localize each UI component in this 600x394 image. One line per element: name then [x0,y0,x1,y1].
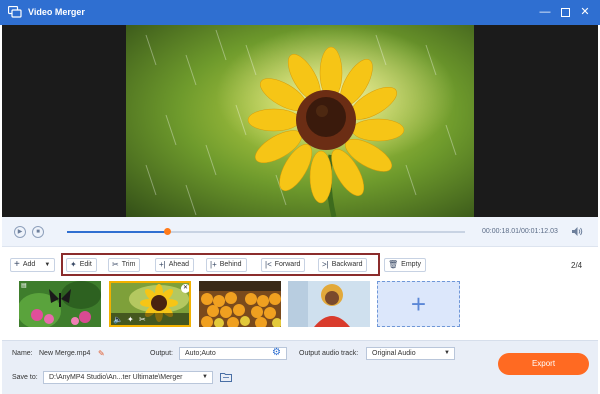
clip-thumbnail[interactable]: ▤ [19,281,101,327]
insert-ahead-icon: +| [159,260,166,269]
behind-label: Behind [219,261,242,268]
edit-button[interactable]: ✦ Edit [66,258,97,272]
chevron-down-icon: ▼ [202,374,208,380]
name-label: Name: [12,350,33,357]
folder-icon[interactable] [220,372,232,382]
sunflower-video-frame [126,25,474,217]
clip-thumbnail-selected[interactable]: ✕ 🔈 ✦ ✂ [109,281,191,327]
trim-label: Trim [121,261,136,268]
output-format-value: Auto;Auto [185,350,216,357]
add-clip-tile[interactable]: + [377,281,460,327]
plus-icon: + [14,259,20,270]
video-frame [126,25,474,217]
minimize-button[interactable]: — [537,4,553,20]
time-display: 00:00:18.01/00:01:12.03 [482,228,558,235]
window-title: Video Merger [28,7,85,17]
output-label: Output: [150,350,173,357]
close-icon: ✕ [580,6,590,18]
empty-button[interactable]: 🗑 Empty [384,258,426,272]
forward-label: Forward [274,261,301,268]
clip-thumbnail[interactable] [199,281,281,327]
add-button[interactable]: + Add ▼ [10,258,56,272]
fruit-clip-image [199,281,281,327]
volume-icon[interactable] [571,226,583,237]
total-time: 00:01:12.03 [520,228,558,235]
pencil-icon[interactable]: ✎ [98,349,105,358]
play-button[interactable]: ▶ [14,226,26,238]
audio-track-value: Original Audio [372,350,416,357]
progress-thumb[interactable] [163,228,171,235]
insert-behind-icon: |+ [210,260,217,269]
edit-label: Edit [79,261,92,268]
video-preview-area [2,25,598,217]
maximize-icon [560,8,570,17]
export-button[interactable]: Export [498,353,589,375]
progress-fill [67,231,167,233]
magic-wand-icon: ✦ [70,260,77,269]
clip-volume-icon[interactable]: 🔈 [113,315,123,324]
backward-label: Backward [331,261,363,268]
close-button[interactable]: ✕ [577,4,593,20]
move-forward-icon: |< [265,260,272,269]
portrait-clip-image [288,281,370,327]
clip-trim-icon[interactable]: ✂ [139,315,146,324]
empty-label: Empty [401,261,421,268]
playback-controls: ▶ ■ 00:00:18.01/00:01:12.03 [2,217,598,247]
output-file-name[interactable]: New Merge.mp4 [39,350,90,357]
clip-thumbnail[interactable] [288,281,370,327]
current-time: 00:00:18.01 [482,228,519,235]
output-format-field[interactable]: Auto;Auto [179,347,287,360]
play-icon: ▶ [17,229,23,235]
forward-button[interactable]: |< Forward [261,258,306,272]
stop-button[interactable]: ■ [32,226,44,238]
save-to-label: Save to: [12,374,38,381]
gear-icon[interactable]: ⚙ [272,347,281,358]
add-label: Add [22,261,36,268]
clip-edit-icon[interactable]: ✦ [127,315,134,324]
title-bar: Video Merger — ✕ [0,0,600,25]
remove-clip-icon[interactable]: ✕ [181,284,189,293]
chevron-down-icon[interactable]: ▼ [44,259,50,271]
ahead-label: Ahead [168,261,189,268]
minimize-icon: — [539,6,551,18]
video-merger-app-icon [8,6,22,18]
maximize-button[interactable] [557,4,573,20]
scissors-icon: ✂ [112,260,119,269]
trim-button[interactable]: ✂ Trim [108,258,141,272]
plus-icon: + [410,289,427,319]
audio-track-select[interactable]: Original Audio ▼ [366,347,455,360]
backward-button[interactable]: >| Backward [318,258,368,272]
butterfly-clip-image [19,281,101,327]
save-path-select[interactable]: D:\AnyMP4 Studio\An...ter Ultimate\Merge… [43,371,213,384]
clip-page-counter: 2/4 [571,261,583,270]
film-icon: ▤ [21,283,27,289]
save-path-value: D:\AnyMP4 Studio\An...ter Ultimate\Merge… [49,374,183,381]
move-backward-icon: >| [322,260,329,269]
ahead-button[interactable]: +| Ahead [155,258,194,272]
chevron-down-icon: ▼ [444,350,450,356]
stop-icon: ■ [36,229,40,235]
behind-button[interactable]: |+ Behind [206,258,247,272]
audio-track-label: Output audio track: [299,350,359,357]
trash-icon: 🗑 [388,260,399,269]
